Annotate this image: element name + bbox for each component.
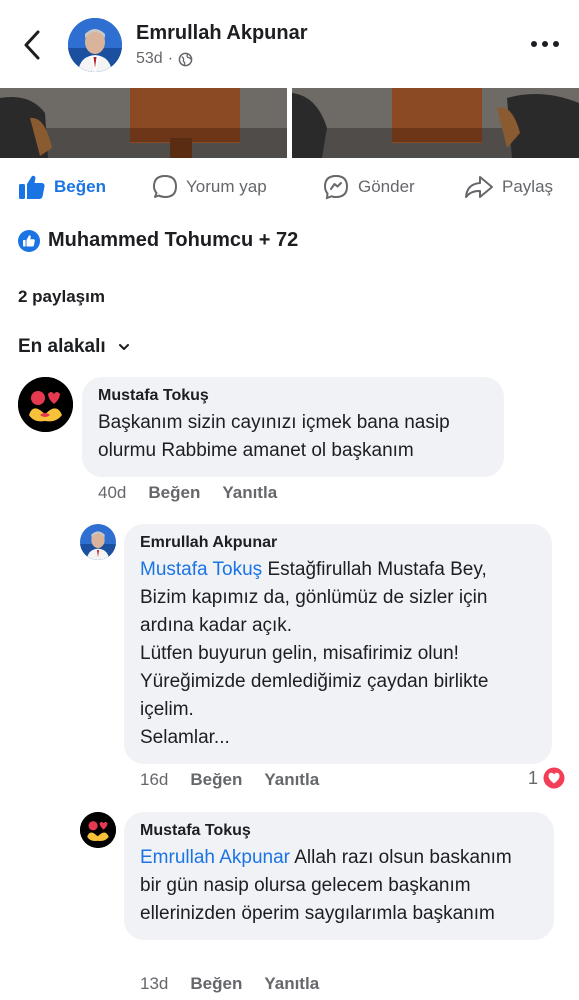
author-name[interactable]: Emrullah Akpunar — [136, 22, 308, 45]
sort-label: En alakalı — [18, 336, 106, 357]
comment-like-button[interactable]: Beğen — [148, 483, 200, 503]
send-button[interactable]: Gönder — [322, 165, 415, 209]
reply-like-button[interactable]: Beğen — [190, 770, 242, 790]
reply-time[interactable]: 16d — [140, 770, 168, 790]
comment-author[interactable]: Mustafa Tokuş — [98, 387, 488, 405]
like-icon — [19, 175, 45, 199]
reactions-text: Muhammed Tohumcu + 72 — [48, 229, 299, 251]
reply-meta: 16d Beğen Yanıtla — [140, 770, 341, 790]
commenter-avatar[interactable] — [18, 377, 73, 432]
post-action-bar: Beğen Yorum yap Gönder Paylaş — [0, 165, 579, 209]
post-photos — [0, 88, 579, 158]
comment-button[interactable]: Yorum yap — [152, 165, 267, 209]
reply-reaction-count[interactable]: 1 — [528, 766, 567, 790]
back-button[interactable] — [18, 28, 48, 62]
comment-meta: 40d Beğen Yanıtla — [98, 483, 299, 503]
reply-reply-button[interactable]: Yanıtla — [264, 974, 319, 994]
send-label: Gönder — [358, 177, 415, 196]
reply-author[interactable]: Emrullah Akpunar — [140, 534, 536, 552]
reply-author[interactable]: Mustafa Tokuş — [140, 822, 538, 840]
reply-text: Mustafa Tokuş Estağfirullah Mustafa Bey,… — [140, 556, 536, 752]
like-button[interactable]: Beğen — [18, 165, 106, 209]
reply-line-1: Estağfirullah Mustafa Bey, — [267, 559, 487, 580]
more-icon — [531, 41, 559, 47]
comment-bubble: Mustafa Tokuş Başkanım sizin cayınızı iç… — [82, 377, 504, 477]
reply-time[interactable]: 13d — [140, 974, 168, 994]
reply-line-4: Yüreğimizde demlediğimiz çaydan birlikte… — [140, 671, 489, 720]
replier-avatar[interactable] — [80, 812, 116, 848]
globe-icon — [178, 52, 193, 66]
reply-like-button[interactable]: Beğen — [190, 974, 242, 994]
back-icon — [24, 30, 40, 60]
mention-link[interactable]: Emrullah Akpunar — [140, 847, 290, 868]
more-options-button[interactable] — [530, 34, 560, 54]
comment-reply-button[interactable]: Yanıtla — [222, 483, 277, 503]
comment-icon — [153, 175, 177, 198]
reply-bubble: Emrullah Akpunar Mustafa Tokuş Estağfiru… — [124, 524, 552, 764]
heart-icon — [542, 766, 567, 790]
like-badge-icon — [18, 229, 40, 252]
post-header: Emrullah Akpunar 53d · — [0, 0, 579, 88]
mention-link[interactable]: Mustafa Tokuş — [140, 559, 262, 580]
share-icon — [465, 176, 493, 198]
reply-meta: 13d Beğen Yanıtla — [140, 974, 341, 994]
post-photo-right[interactable] — [292, 88, 579, 158]
post-meta: 53d · — [136, 50, 193, 68]
comment-label: Yorum yap — [186, 177, 267, 196]
reply-line-3: Lütfen buyurun gelin, misafirimiz olun! — [140, 643, 459, 664]
messenger-icon — [323, 174, 349, 200]
meta-separator: · — [167, 50, 174, 67]
reply-bubble: Mustafa Tokuş Emrullah Akpunar Allah raz… — [124, 812, 554, 940]
reply-line-5: Selamlar... — [140, 727, 230, 748]
post-time: 53d — [136, 50, 163, 67]
comment-text: Başkanım sizin cayınızı içmek bana nasip… — [98, 412, 450, 461]
comment-time[interactable]: 40d — [98, 483, 126, 503]
replier-avatar[interactable] — [80, 524, 116, 560]
reply-text: Emrullah Akpunar Allah razı olsun baskan… — [140, 844, 538, 928]
reply-reply-button[interactable]: Yanıtla — [264, 770, 319, 790]
chevron-down-icon — [118, 344, 129, 350]
reaction-count-text: 1 — [528, 767, 539, 788]
share-button[interactable]: Paylaş — [464, 165, 553, 209]
reply-line-2: Bizim kapımız da, gönlümüz de sizler içi… — [140, 587, 488, 636]
share-label: Paylaş — [502, 177, 554, 196]
reactions-summary[interactable]: Muhammed Tohumcu + 72 — [18, 229, 298, 252]
comment-sort-dropdown[interactable]: En alakalı — [18, 336, 130, 358]
like-label: Beğen — [54, 177, 106, 196]
author-avatar[interactable] — [68, 18, 122, 72]
post-photo-left[interactable] — [0, 88, 287, 158]
shares-count[interactable]: 2 paylaşım — [18, 287, 105, 307]
